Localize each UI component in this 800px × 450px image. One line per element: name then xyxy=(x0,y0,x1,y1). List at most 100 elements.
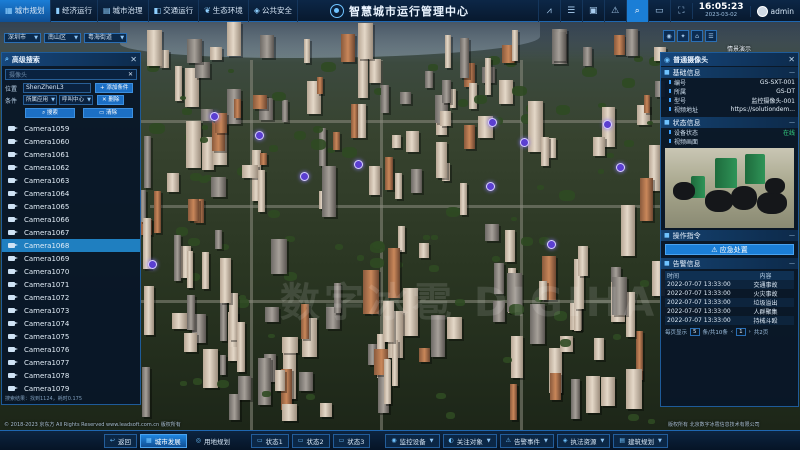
camera-info-panel: ◉ 普通摄像头 ✕ ■ 基础信息 — 编号 GS-SXT-001 所属 GS-DT 型号… xyxy=(660,52,799,407)
building xyxy=(406,130,419,153)
nav-public-safety[interactable]: ◈ 公共安全 xyxy=(249,0,298,22)
camera-list-item[interactable]: Camera1069 xyxy=(2,252,140,265)
nav-economy[interactable]: ▮ 经济运行 xyxy=(51,0,98,22)
camera-list-item[interactable]: Camera1062 xyxy=(2,161,140,174)
camera-list-item[interactable]: Camera1075 xyxy=(2,330,140,343)
monitor-icon[interactable]: ▭ xyxy=(647,0,670,22)
camera-list-item[interactable]: Camera1074 xyxy=(2,317,140,330)
bottom-button-badge[interactable]: ◈ 执法资源 ▼ xyxy=(556,433,611,448)
bottom-button-map[interactable]: ◎ 用地规划 xyxy=(190,434,236,448)
layers-icon[interactable]: ☰ xyxy=(705,30,717,42)
camera-list-item[interactable]: Camera1065 xyxy=(2,200,140,213)
clear-icon[interactable]: ✕ xyxy=(128,71,133,78)
camera-list-item[interactable]: Camera1072 xyxy=(2,291,140,304)
search-input[interactable]: 摄像头 ✕ xyxy=(5,69,137,80)
camera-list-item[interactable]: Camera1064 xyxy=(2,187,140,200)
alarm-section[interactable]: ■ 告警信息 — xyxy=(661,258,798,269)
nav-ecology[interactable]: ❦ 生态环境 xyxy=(199,0,249,22)
video-feed-image[interactable] xyxy=(665,148,794,228)
panel-header: ⌕ 高级搜索 ✕ xyxy=(2,53,140,66)
pin-icon[interactable]: ◉ xyxy=(663,30,675,42)
alarm-row[interactable]: 2022-07-07 13:33:00 垃圾溢出 xyxy=(665,298,794,307)
delete-condition-button[interactable]: ✕ 删除 xyxy=(97,95,125,105)
street-select[interactable]: 粤海街道 ▼ xyxy=(84,33,128,43)
camera-icon xyxy=(8,125,19,132)
field-model: 型号 监控摄像头-001 xyxy=(661,96,798,105)
camera-list-item[interactable]: Camera1059 xyxy=(2,122,140,135)
camera-list-item[interactable]: Camera1067 xyxy=(2,226,140,239)
bottom-button-state[interactable]: ▭ 状态1 xyxy=(250,433,289,448)
camera-marker-icon[interactable] xyxy=(616,163,625,172)
tree xyxy=(227,68,234,74)
camera-list-item[interactable]: Camera1073 xyxy=(2,304,140,317)
camera-marker-icon[interactable] xyxy=(520,138,529,147)
bottom-button-blueprint[interactable]: ▤ 建筑规划 ▼ xyxy=(613,433,668,448)
emergency-button[interactable]: ⚠ 应急处置 xyxy=(665,244,794,255)
prev-page-icon[interactable]: ‹ xyxy=(731,329,733,335)
next-page-icon[interactable]: › xyxy=(749,329,751,335)
camera-marker-icon[interactable] xyxy=(486,182,495,191)
fullscreen-icon[interactable]: ⛶ xyxy=(669,0,692,22)
bottom-button-camera[interactable]: ◉ 监控设备 ▼ xyxy=(385,433,440,448)
camera-icon xyxy=(8,203,19,210)
clear-button[interactable]: ▭ 清除 xyxy=(83,108,133,118)
camera-list-item[interactable]: Camera1077 xyxy=(2,356,140,369)
nav-traffic[interactable]: ◧ 交通运行 xyxy=(149,0,200,22)
camera-marker-icon[interactable] xyxy=(603,120,612,129)
camera-list-item[interactable]: Camera1066 xyxy=(2,213,140,226)
camera-list-item[interactable]: Camera1079 xyxy=(2,382,140,392)
location-field[interactable]: ShenZhenL3 xyxy=(23,83,91,93)
camera-marker-icon[interactable] xyxy=(354,160,363,169)
alarm-row[interactable]: 2022-07-07 13:33:00 交通事故 xyxy=(665,280,794,289)
add-condition-button[interactable]: + 添加条件 xyxy=(95,83,134,93)
camera-marker-icon[interactable] xyxy=(547,240,556,249)
camera-list-item[interactable]: Camera1061 xyxy=(2,148,140,161)
car-icon: ◧ xyxy=(153,6,162,15)
ops-section[interactable]: ■ 操作指令 — xyxy=(661,230,798,241)
camera-marker-icon[interactable] xyxy=(488,118,497,127)
bottom-button-state[interactable]: ▭ 状态3 xyxy=(332,433,371,448)
back-button[interactable]: ↩ 返回 xyxy=(104,433,138,448)
camera-marker-icon[interactable] xyxy=(255,131,264,140)
nav-city-governance[interactable]: ▤ 城市治理 xyxy=(98,0,149,22)
condition-field-select[interactable]: 所属应用 ▼ xyxy=(23,95,58,105)
camera-list-item[interactable]: Camera1076 xyxy=(2,343,140,356)
building xyxy=(237,322,246,372)
user-menu[interactable]: admin xyxy=(749,5,800,17)
alarm-row[interactable]: 2022-07-07 13:33:00 人群聚集 xyxy=(665,307,794,316)
page-number[interactable]: 1 xyxy=(736,328,746,336)
bottom-button-city[interactable]: ▦ 城市发展 xyxy=(140,433,187,448)
page-size-select[interactable]: 5 xyxy=(690,328,700,336)
home-icon[interactable]: ⌂ xyxy=(691,30,703,42)
camera-list-item[interactable]: Camera1060 xyxy=(2,135,140,148)
image-icon[interactable]: ▣ xyxy=(581,0,604,22)
layers-icon[interactable]: ☰ xyxy=(559,0,582,22)
alarm-row[interactable]: 2022-07-07 13:33:00 火灾事故 xyxy=(665,289,794,298)
camera-list-item[interactable]: Camera1068 xyxy=(2,239,140,252)
district-select[interactable]: 南山区 ▼ xyxy=(44,33,82,43)
alarm-row[interactable]: 2022-07-07 13:33:00 持械斗殴 xyxy=(665,316,794,325)
bottom-button-alarm[interactable]: ⚠ 告警事件 ▼ xyxy=(499,433,554,448)
alert-icon[interactable]: ⚠ xyxy=(603,0,626,22)
building xyxy=(419,242,429,258)
close-icon[interactable]: ✕ xyxy=(788,55,795,64)
chart-icon[interactable]: ⩘ xyxy=(537,0,560,22)
city-select[interactable]: 深圳市 ▼ xyxy=(4,33,42,43)
compass-icon[interactable]: ✦ xyxy=(677,30,689,42)
basic-info-section[interactable]: ■ 基础信息 — xyxy=(661,67,798,78)
camera-marker-icon[interactable] xyxy=(210,112,219,121)
nav-city-planning[interactable]: ▦ 城市规划 xyxy=(0,0,51,22)
status-section[interactable]: ■ 状态信息 — xyxy=(661,117,798,128)
camera-list-item[interactable]: Camera1078 xyxy=(2,369,140,382)
search-icon[interactable]: ⌕ xyxy=(625,0,648,22)
close-icon[interactable]: ✕ xyxy=(130,55,137,64)
bottom-button-eye[interactable]: ◐ 关注对象 ▼ xyxy=(442,433,497,448)
camera-list-item[interactable]: Camera1070 xyxy=(2,265,140,278)
condition-value-select[interactable]: 呼叫中心 ▼ xyxy=(59,95,94,105)
search-button[interactable]: ⌕ 搜索 xyxy=(25,108,75,118)
bottom-button-state[interactable]: ▭ 状态2 xyxy=(291,433,330,448)
camera-list-item[interactable]: Camera1063 xyxy=(2,174,140,187)
camera-list-item[interactable]: Camera1071 xyxy=(2,278,140,291)
camera-marker-icon[interactable] xyxy=(300,172,309,181)
camera-marker-icon[interactable] xyxy=(148,260,157,269)
